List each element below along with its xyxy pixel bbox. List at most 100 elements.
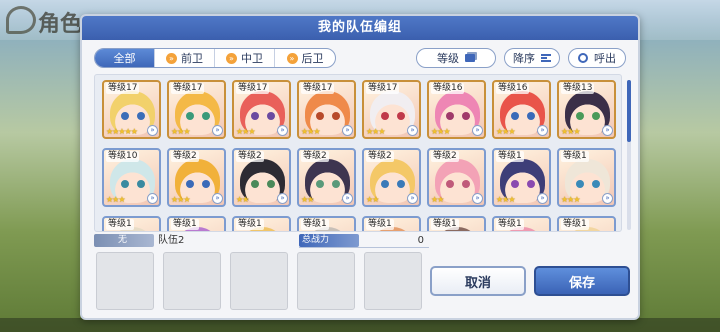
- save-button[interactable]: 保存: [534, 266, 630, 296]
- character-level: 等级2: [366, 151, 394, 162]
- character-card[interactable]: 等级17 ★★★ »: [297, 80, 356, 139]
- party-slot[interactable]: [297, 252, 355, 310]
- star-rating-icon: ★★★: [496, 127, 515, 136]
- position-badge-icon: »: [407, 193, 418, 204]
- filter-tab-0[interactable]: 全部: [95, 49, 155, 67]
- portrait-eye: [137, 180, 145, 188]
- position-badge-icon: »: [472, 193, 483, 204]
- cancel-button[interactable]: 取消: [430, 266, 526, 296]
- star-rating-icon: ★★★: [236, 127, 255, 136]
- portrait-eye: [316, 112, 324, 120]
- portrait-eye: [527, 180, 535, 188]
- character-card[interactable]: 等级1»: [557, 216, 616, 231]
- star-rating-icon: ★★★: [496, 195, 515, 204]
- character-card[interactable]: 等级13 ★★★ »: [557, 80, 616, 139]
- party-info-bar: 无 队伍2 总战力 0: [94, 234, 512, 248]
- character-level: 等级1: [496, 219, 524, 230]
- portrait-eye: [186, 180, 194, 188]
- portrait-eye: [251, 180, 259, 188]
- character-card[interactable]: 等级2 ★★★ »: [167, 148, 226, 207]
- roster-scrollbar-thumb[interactable]: [627, 80, 631, 142]
- character-level: 等级2: [301, 151, 329, 162]
- character-card[interactable]: 等级1»: [362, 216, 421, 231]
- callout-button[interactable]: 呼出: [568, 48, 626, 68]
- position-filter-group: 全部» 前卫» 中卫» 后卫: [94, 48, 336, 68]
- character-card[interactable]: 等级1»: [232, 216, 291, 231]
- portrait-eye: [592, 180, 600, 188]
- character-level: 等级10: [106, 151, 140, 162]
- position-chevron-icon: »: [166, 52, 177, 64]
- position-chevron-icon: »: [286, 52, 298, 64]
- character-card[interactable]: 等级2 ★★ »: [362, 148, 421, 207]
- position-badge-icon: »: [277, 193, 288, 204]
- position-badge-icon: »: [537, 193, 548, 204]
- character-card[interactable]: 等级17 ★★★ »: [167, 80, 226, 139]
- character-card[interactable]: 等级1 ★★★ »: [492, 148, 551, 207]
- portrait-eye: [332, 112, 340, 120]
- star-rating-icon: ★★★★★: [106, 127, 138, 136]
- filter-tab-label: 中卫: [241, 52, 263, 65]
- character-card[interactable]: 等级2 ★★ »: [297, 148, 356, 207]
- position-badge-icon: »: [342, 125, 353, 136]
- character-card[interactable]: 等级17 ★★★★★ »: [102, 80, 161, 139]
- filter-tab-1[interactable]: » 前卫: [155, 49, 215, 67]
- character-level: 等级16: [431, 83, 465, 94]
- party-slot[interactable]: [163, 252, 221, 310]
- party-slot[interactable]: [96, 252, 154, 310]
- portrait-eye: [397, 112, 405, 120]
- character-card[interactable]: 等级16 ★★★ »: [427, 80, 486, 139]
- character-card[interactable]: 等级1★★★»: [557, 148, 616, 207]
- character-card[interactable]: 等级17 ★★★ »: [362, 80, 421, 139]
- character-card[interactable]: 等级17 ★★★ »: [232, 80, 291, 139]
- filter-tab-2[interactable]: » 中卫: [215, 49, 275, 67]
- character-card[interactable]: 等级1»: [492, 216, 551, 231]
- portrait-eye: [381, 180, 389, 188]
- star-rating-icon: ★★★: [301, 127, 320, 136]
- party-name: 队伍2: [158, 235, 185, 246]
- sort-key-button[interactable]: 等级: [416, 48, 496, 68]
- character-level: 等级13: [561, 83, 595, 94]
- sort-order-icon: [541, 54, 551, 62]
- filter-tab-label: 前卫: [181, 52, 203, 65]
- character-level: 等级17: [236, 83, 270, 94]
- character-roster-grid[interactable]: 等级17 ★★★★★» 等级17 ★★★» 等级17 ★★★» 等级17 ★★★» 等级17 ★★…: [94, 74, 622, 232]
- filter-tab-3[interactable]: » 后卫: [275, 49, 335, 67]
- team-edit-dialog: 我的队伍编组 全部» 前卫» 中卫» 后卫 等级 降序 呼出 等级17 ★★★★★» 等级…: [80, 14, 640, 320]
- character-card[interactable]: 等级2 ★★ »: [232, 148, 291, 207]
- position-badge-icon: »: [147, 125, 158, 136]
- portrait-eye: [316, 180, 324, 188]
- portrait-eye: [186, 112, 194, 120]
- character-level: 等级17: [171, 83, 205, 94]
- character-level: 等级2: [236, 151, 264, 162]
- sort-order-button[interactable]: 降序: [504, 48, 560, 68]
- filter-tab-label: 后卫: [301, 52, 324, 65]
- character-card[interactable]: 等级1»: [427, 216, 486, 231]
- callout-icon: [578, 53, 588, 63]
- star-rating-icon: ★★★: [171, 195, 190, 204]
- callout-label: 呼出: [594, 52, 616, 65]
- character-card[interactable]: 等级1»: [297, 216, 356, 231]
- position-badge-icon: »: [212, 193, 223, 204]
- star-rating-icon: ★★★: [106, 195, 125, 204]
- character-card[interactable]: 等级1»: [167, 216, 226, 231]
- party-slot[interactable]: [364, 252, 422, 310]
- party-slot[interactable]: [230, 252, 288, 310]
- portrait-eye: [592, 112, 600, 120]
- portrait-eye: [397, 180, 405, 188]
- character-card[interactable]: 等级2 ★★ »: [427, 148, 486, 207]
- portrait-eye: [121, 180, 129, 188]
- character-level: 等级1: [496, 151, 524, 162]
- star-rating-icon: ★★★: [561, 195, 580, 204]
- character-card[interactable]: 等级10 ★★★ »: [102, 148, 161, 207]
- character-card[interactable]: 等级1★★★»: [102, 216, 161, 231]
- portrait-eye: [267, 112, 275, 120]
- character-card[interactable]: 等级16 ★★★ »: [492, 80, 551, 139]
- filter-toolbar: 全部» 前卫» 中卫» 后卫 等级 降序 呼出: [94, 48, 626, 68]
- character-level: 等级2: [431, 151, 459, 162]
- portrait-eye: [202, 112, 210, 120]
- star-rating-icon: ★★★: [431, 127, 450, 136]
- star-rating-icon: ★★: [366, 195, 379, 204]
- portrait-eye: [381, 112, 389, 120]
- portrait-eye: [332, 180, 340, 188]
- portrait-eye: [527, 112, 535, 120]
